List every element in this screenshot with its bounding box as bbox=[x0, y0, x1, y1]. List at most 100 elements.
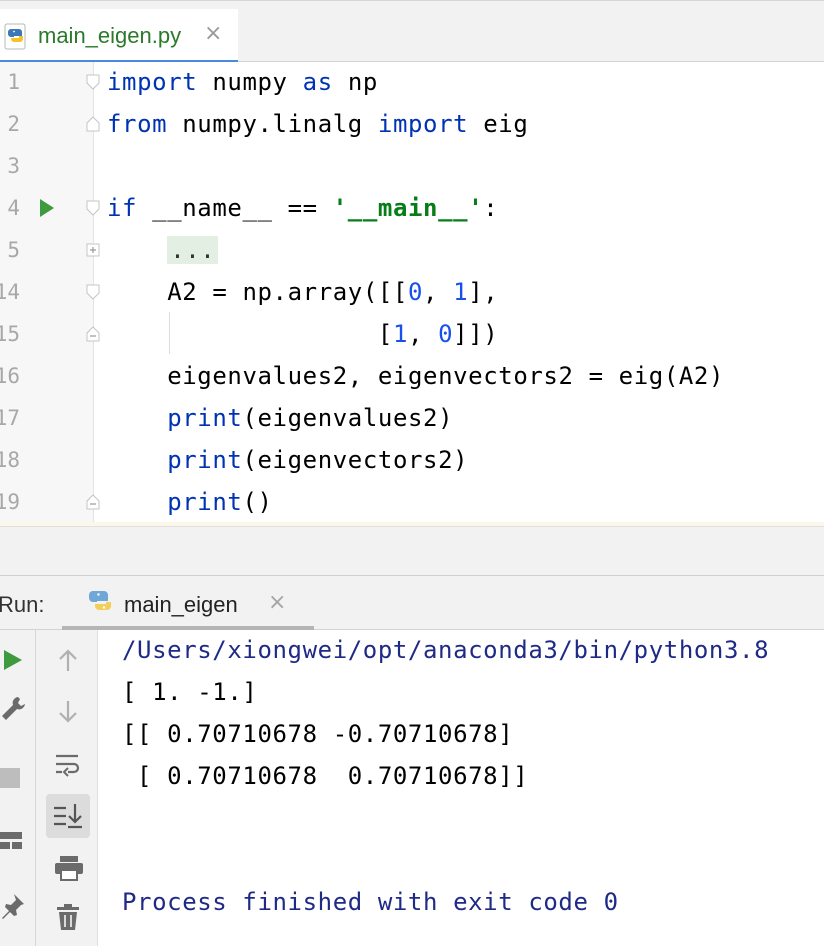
fold-end-icon[interactable] bbox=[86, 494, 100, 510]
code-line: 2 from numpy.linalg import eig bbox=[0, 104, 824, 146]
code-token: , bbox=[408, 320, 439, 348]
console-command-line[interactable]: /Users/xiongwei/opt/anaconda3/bin/python… bbox=[122, 636, 769, 664]
code-token: ], bbox=[468, 278, 499, 306]
code-token: numpy bbox=[197, 68, 303, 96]
line-number: 1 bbox=[7, 70, 20, 94]
code-line: 5 ... bbox=[0, 230, 824, 272]
line-number: 19 bbox=[0, 490, 20, 514]
code-token: eig bbox=[468, 110, 529, 138]
code-token: (eigenvectors2) bbox=[242, 446, 469, 474]
console-output-line: [ 1. -1.] bbox=[122, 678, 258, 706]
code-text: [1, 0]]) bbox=[107, 320, 498, 348]
fold-expand-icon[interactable] bbox=[86, 242, 100, 258]
down-arrow-icon[interactable] bbox=[56, 698, 80, 729]
line-number: 5 bbox=[7, 238, 20, 262]
code-token: __name__ == bbox=[137, 194, 333, 222]
code-editor[interactable]: 1 import numpy as np 2 from numpy.linalg… bbox=[0, 62, 824, 526]
code-text: eigenvalues2, eigenvectors2 = eig(A2) bbox=[107, 362, 725, 390]
code-text: print(eigenvectors2) bbox=[107, 446, 468, 474]
line-number: 3 bbox=[7, 154, 20, 178]
fold-start-icon[interactable] bbox=[86, 200, 100, 216]
code-token: : bbox=[483, 194, 499, 222]
code-line: 16 eigenvalues2, eigenvectors2 = eig(A2) bbox=[0, 356, 824, 398]
code-token: () bbox=[242, 488, 273, 516]
editor-tab-main-eigen[interactable]: main_eigen.py × bbox=[0, 9, 238, 64]
close-tab-icon[interactable]: × bbox=[204, 21, 222, 46]
run-tab-label: main_eigen bbox=[124, 592, 238, 617]
code-text: if __name__ == '__main__': bbox=[107, 194, 498, 222]
python-file-icon bbox=[4, 23, 32, 58]
code-text: print() bbox=[107, 488, 273, 516]
code-line: 18 print(eigenvectors2) bbox=[0, 440, 824, 482]
code-token: numpy.linalg bbox=[167, 110, 378, 138]
line-number: 16 bbox=[0, 364, 20, 388]
wrench-icon[interactable] bbox=[0, 694, 26, 729]
fold-start-icon[interactable] bbox=[86, 284, 100, 300]
code-line: 15 [1, 0]]) bbox=[0, 314, 824, 356]
keyword: as bbox=[302, 68, 333, 96]
line-number: 14 bbox=[0, 280, 20, 304]
rerun-icon[interactable] bbox=[2, 648, 24, 677]
run-tool-window-header: Run: main_eigen × bbox=[0, 576, 824, 630]
run-console-toolbar bbox=[36, 630, 98, 946]
code-token: [ bbox=[107, 320, 393, 348]
run-gutter-icon[interactable] bbox=[40, 199, 54, 217]
line-number: 15 bbox=[0, 322, 20, 346]
fold-end-icon[interactable] bbox=[86, 116, 100, 132]
number-literal: 1 bbox=[453, 278, 469, 306]
line-number: 17 bbox=[0, 406, 20, 430]
string-literal: '__main__' bbox=[332, 194, 484, 222]
console-output-line: [ 0.70710678 0.70710678]] bbox=[122, 762, 529, 790]
code-line: 1 import numpy as np bbox=[0, 62, 824, 104]
number-literal: 0 bbox=[438, 320, 454, 348]
keyword: import bbox=[107, 68, 198, 96]
number-literal: 0 bbox=[407, 278, 424, 306]
code-token: A2 = np.array([[ bbox=[107, 278, 408, 306]
stop-icon[interactable] bbox=[0, 768, 22, 795]
keyword: from bbox=[107, 110, 168, 138]
code-text: A2 = np.array([[0, 1], bbox=[107, 278, 498, 306]
code-token: np bbox=[332, 68, 378, 96]
code-token: , bbox=[423, 278, 454, 306]
run-left-toolbar bbox=[0, 630, 36, 946]
print-icon[interactable] bbox=[54, 854, 84, 887]
run-tab-main-eigen[interactable]: main_eigen × bbox=[62, 576, 314, 630]
code-text: from numpy.linalg import eig bbox=[107, 110, 528, 138]
builtin-function: print bbox=[167, 404, 243, 432]
code-token: (eigenvalues2) bbox=[242, 404, 454, 432]
python-icon bbox=[86, 588, 116, 623]
close-run-tab-icon[interactable]: × bbox=[268, 590, 286, 615]
code-line: 4 if __name__ == '__main__': bbox=[0, 188, 824, 230]
run-console-output[interactable]: /Users/xiongwei/opt/anaconda3/bin/python… bbox=[98, 630, 824, 946]
code-line: 17 print(eigenvalues2) bbox=[0, 398, 824, 440]
pin-icon[interactable] bbox=[0, 892, 26, 925]
fold-end-icon[interactable] bbox=[86, 326, 100, 342]
soft-wrap-icon[interactable] bbox=[54, 752, 82, 783]
fold-start-icon[interactable] bbox=[86, 74, 100, 90]
code-text: import numpy as np bbox=[107, 68, 378, 96]
panel-splitter[interactable] bbox=[0, 526, 824, 576]
layout-icon[interactable] bbox=[0, 830, 24, 857]
scroll-to-end-icon[interactable] bbox=[46, 794, 90, 838]
code-line: 14 A2 = np.array([[0, 1], bbox=[0, 272, 824, 314]
trash-icon[interactable] bbox=[56, 904, 82, 937]
code-text: print(eigenvalues2) bbox=[107, 404, 453, 432]
keyword: if bbox=[107, 194, 138, 222]
code-token: ]]) bbox=[453, 320, 499, 348]
editor-tab-label: main_eigen.py bbox=[38, 23, 182, 48]
code-text: ... bbox=[107, 236, 219, 264]
line-number: 2 bbox=[7, 112, 20, 136]
number-literal: 1 bbox=[392, 320, 408, 348]
collapsed-code-placeholder[interactable]: ... bbox=[167, 236, 219, 264]
builtin-function: print bbox=[167, 446, 243, 474]
console-exit-message: Process finished with exit code 0 bbox=[122, 888, 619, 916]
code-line: 19 print() bbox=[0, 482, 824, 524]
line-number: 4 bbox=[7, 196, 20, 220]
up-arrow-icon[interactable] bbox=[56, 648, 80, 679]
editor-tab-bar: main_eigen.py × bbox=[0, 0, 824, 64]
builtin-function: print bbox=[167, 488, 243, 516]
